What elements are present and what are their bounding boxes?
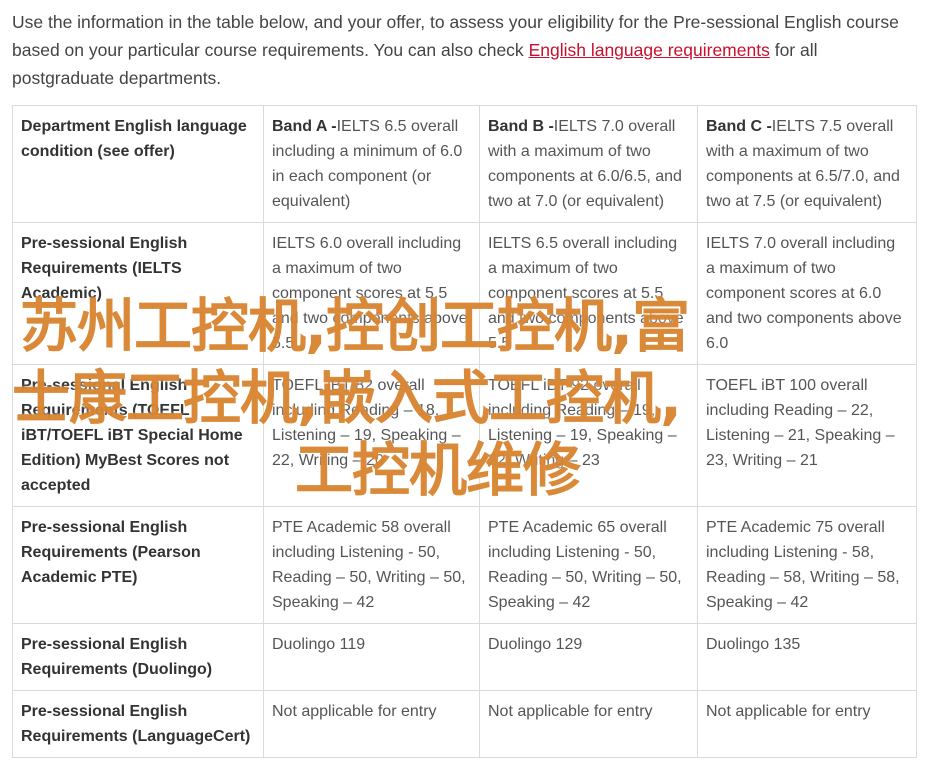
requirements-table: Department English language condition (s…: [12, 105, 917, 758]
table-cell: TOEFL iBT 92 overall including Reading –…: [479, 364, 698, 507]
table-cell: Duolingo 129: [479, 623, 698, 691]
table-cell: Not applicable for entry: [697, 690, 917, 758]
table-cell: IELTS 6.0 overall including a maximum of…: [263, 222, 480, 365]
table-cell: PTE Academic 65 overall including Listen…: [479, 506, 698, 624]
table-cell: Duolingo 119: [263, 623, 480, 691]
table-row: Pre-sessional English Requirements (IELT…: [12, 222, 917, 365]
table-cell: Band A -IELTS 6.5 overall including a mi…: [263, 105, 480, 223]
table-cell: Not applicable for entry: [263, 690, 480, 758]
table-row: Pre-sessional English Requirements (Duol…: [12, 623, 917, 691]
table-cell: Band C -IELTS 7.5 overall with a maximum…: [697, 105, 917, 223]
table-cell: TOEFL iBT 82 overall including Reading –…: [263, 364, 480, 507]
intro-paragraph: Use the information in the table below, …: [12, 8, 917, 92]
table-cell: Band B -IELTS 7.0 overall with a maximum…: [479, 105, 698, 223]
row-label: Department English language condition (s…: [12, 105, 264, 223]
band-label: Band C -: [706, 118, 772, 135]
table-cell: Not applicable for entry: [479, 690, 698, 758]
table-cell: Duolingo 135: [697, 623, 917, 691]
table-row: Pre-sessional English Requirements (Lang…: [12, 690, 917, 758]
table-cell: PTE Academic 58 overall including Listen…: [263, 506, 480, 624]
row-label: Pre-sessional English Requirements (TOEF…: [12, 364, 264, 507]
band-label: Band A -: [272, 118, 337, 135]
row-label: Pre-sessional English Requirements (IELT…: [12, 222, 264, 365]
english-language-requirements-link[interactable]: English language requirements: [529, 40, 770, 60]
table-row: Pre-sessional English Requirements (TOEF…: [12, 364, 917, 507]
table-cell: IELTS 6.5 overall including a maximum of…: [479, 222, 698, 365]
table-row: Department English language condition (s…: [12, 105, 917, 223]
table-cell: PTE Academic 75 overall including Listen…: [697, 506, 917, 624]
table-row: Pre-sessional English Requirements (Pear…: [12, 506, 917, 624]
row-label: Pre-sessional English Requirements (Lang…: [12, 690, 264, 758]
table-cell: TOEFL iBT 100 overall including Reading …: [697, 364, 917, 507]
row-label: Pre-sessional English Requirements (Pear…: [12, 506, 264, 624]
table-cell: IELTS 7.0 overall including a maximum of…: [697, 222, 917, 365]
row-label: Pre-sessional English Requirements (Duol…: [12, 623, 264, 691]
band-label: Band B -: [488, 118, 554, 135]
